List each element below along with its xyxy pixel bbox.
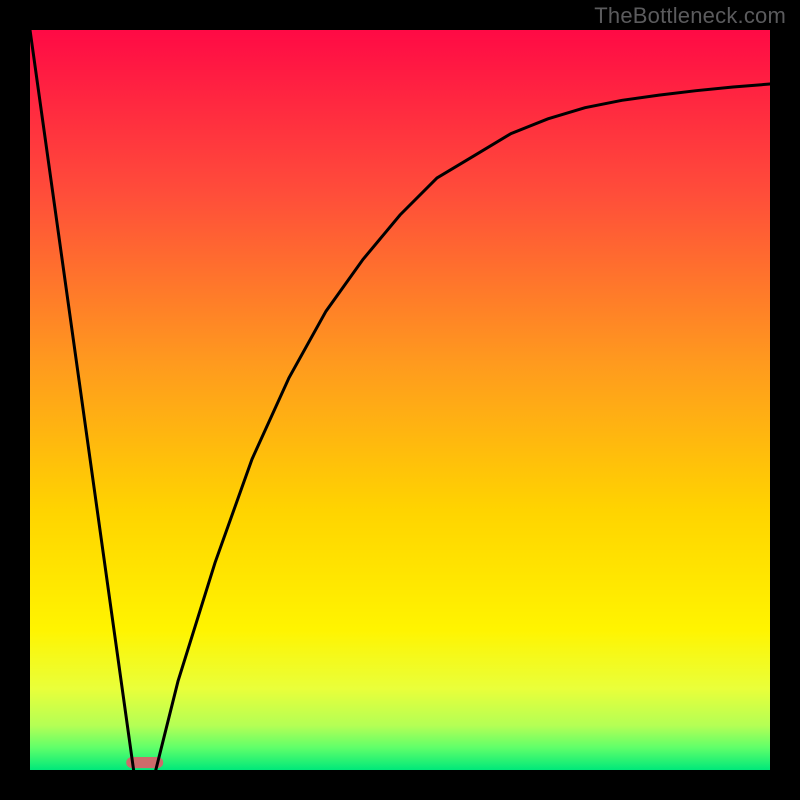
plot-area bbox=[30, 30, 770, 770]
plot-svg bbox=[30, 30, 770, 770]
attribution-text: TheBottleneck.com bbox=[594, 3, 786, 29]
gradient-background bbox=[30, 30, 770, 770]
chart-frame: TheBottleneck.com bbox=[0, 0, 800, 800]
